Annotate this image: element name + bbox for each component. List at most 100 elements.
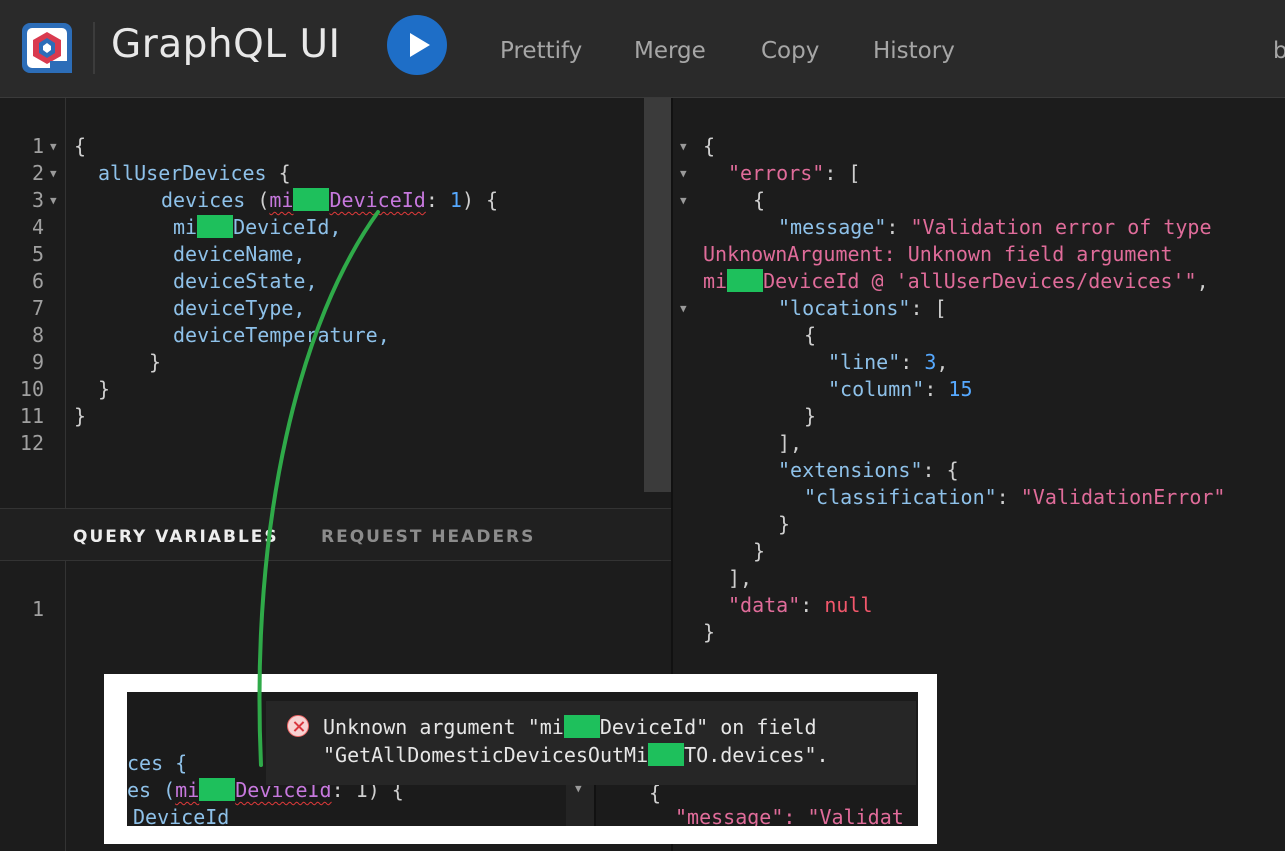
tooltip-line-1: Unknown argument "mi DeviceId" on field <box>323 713 817 741</box>
fold-arrow-icon[interactable]: ▼ <box>680 160 687 187</box>
line-number: 4 <box>31 215 44 239</box>
query-editor[interactable]: { allUserDevices { devices (mi DeviceId: … <box>66 98 644 508</box>
json-line: "line": 3, <box>828 349 948 376</box>
fold-arrow-icon[interactable]: ▼ <box>680 187 687 214</box>
fold-arrow-icon[interactable]: ▼ <box>680 133 687 160</box>
tooltip-text: Unknown argument "mi <box>323 715 564 739</box>
app-title: GraphQL UI <box>111 22 341 67</box>
code-token: allUserDevices <box>98 161 267 185</box>
code-line: devices (mi DeviceId: 1) { <box>161 187 498 214</box>
code-line: deviceType, <box>173 296 306 320</box>
code-line: allUserDevices { <box>98 160 291 187</box>
line-number: 11 <box>19 404 44 428</box>
line-number: 6 <box>31 269 44 293</box>
snippet-splitter <box>594 780 596 826</box>
line-number: 9 <box>31 350 44 374</box>
json-punc: : <box>800 593 825 617</box>
tab-query-variables[interactable]: QUERY VARIABLES <box>73 527 279 547</box>
json-string: DeviceId @ 'allUserDevices/devices'" <box>763 269 1197 293</box>
json-line: } <box>804 404 817 428</box>
snippet-gutter: ▼ <box>566 780 594 826</box>
json-punc: : <box>924 377 949 401</box>
tooltip-text: "GetAllDomesticDevicesOutMi <box>323 743 649 767</box>
code-line: } <box>149 350 162 374</box>
redaction-block <box>199 778 236 801</box>
json-line: } <box>703 620 716 644</box>
code-token: ) { <box>461 188 499 212</box>
code-token: ( <box>245 188 270 212</box>
json-key: "data" <box>728 593 801 617</box>
code-line: deviceName, <box>173 242 306 266</box>
json-key: "column" <box>828 377 925 401</box>
error-x-icon <box>287 715 309 737</box>
run-query-button[interactable] <box>387 15 447 75</box>
code-token: devices <box>161 188 246 212</box>
tooltip-line-2: "GetAllDomesticDevicesOutMi TO.devices". <box>323 741 829 769</box>
line-number: 5 <box>31 242 44 266</box>
line-number: 8 <box>31 323 44 347</box>
line-number: 2 <box>31 161 44 185</box>
json-line: { <box>753 188 766 212</box>
snippet-line: DeviceId <box>133 805 230 826</box>
fold-arrow-icon[interactable]: ▼ <box>680 295 687 322</box>
json-line: "locations": [ <box>778 295 947 322</box>
json-punc: : [ <box>910 296 947 320</box>
code-line: { <box>74 133 86 160</box>
json-punc: , <box>1196 269 1209 293</box>
json-line: mi DeviceId @ 'allUserDevices/devices'", <box>703 268 1209 295</box>
code-line: deviceTemperature, <box>173 323 390 347</box>
code-token: DeviceId, <box>233 215 342 239</box>
tooltip-text: DeviceId" on field <box>599 715 817 739</box>
graphql-logo-icon[interactable] <box>20 21 74 75</box>
json-key: "errors" <box>728 161 825 185</box>
redaction-block <box>727 269 764 292</box>
line-number: 3 <box>31 188 44 212</box>
json-punc: : { <box>922 458 959 482</box>
query-scrollbar[interactable] <box>644 98 671 492</box>
code-line: } <box>74 404 87 428</box>
line-number: 1 <box>31 134 44 158</box>
redaction-block <box>563 715 600 738</box>
json-string: "ValidationError" <box>1020 485 1226 509</box>
line-number: 1 <box>31 597 44 621</box>
top-bar: GraphQL UI Prettify Merge Copy History b <box>0 0 1285 98</box>
json-key: "classification" <box>804 485 997 509</box>
fold-arrow-icon[interactable]: ▼ <box>50 187 57 214</box>
play-icon <box>410 33 430 57</box>
json-line: "classification": "ValidationError" <box>804 484 1225 511</box>
json-line: { <box>703 134 716 158</box>
json-punc: : <box>886 215 911 239</box>
toolbar-clipped-label[interactable]: b <box>1273 38 1285 64</box>
json-line: } <box>778 512 791 536</box>
code-token: { <box>74 134 87 158</box>
merge-button[interactable]: Merge <box>634 38 706 64</box>
json-punc: , <box>936 350 949 374</box>
fold-arrow-icon[interactable]: ▼ <box>50 133 57 160</box>
snippet-line: "message": "Validat <box>675 805 904 826</box>
tab-request-headers[interactable]: REQUEST HEADERS <box>321 527 535 547</box>
json-punc: : <box>996 485 1021 509</box>
json-key: "message" <box>778 215 887 239</box>
code-token: mi <box>269 188 294 212</box>
code-token: { <box>266 161 291 185</box>
line-number: 10 <box>19 377 44 401</box>
prettify-button[interactable]: Prettify <box>500 38 582 64</box>
fold-arrow-icon[interactable]: ▼ <box>50 160 57 187</box>
variables-tab-bar: QUERY VARIABLES REQUEST HEADERS <box>0 508 671 561</box>
redaction-block <box>293 188 330 211</box>
json-punc: : [ <box>824 161 861 185</box>
redaction-block <box>648 743 685 766</box>
history-button[interactable]: History <box>873 38 955 64</box>
json-number: 3 <box>924 350 937 374</box>
json-string: mi <box>703 269 728 293</box>
line-number: 7 <box>31 296 44 320</box>
json-line: } <box>753 539 766 563</box>
json-line: ], <box>728 566 753 590</box>
json-key: "extensions" <box>778 458 923 482</box>
copy-button[interactable]: Copy <box>761 38 819 64</box>
json-line: "extensions": { <box>778 457 959 484</box>
code-token: 1 <box>449 188 462 212</box>
code-token: : <box>425 188 450 212</box>
variables-line-gutter: 1 <box>0 561 66 851</box>
tooltip-text: TO.devices". <box>684 743 829 767</box>
